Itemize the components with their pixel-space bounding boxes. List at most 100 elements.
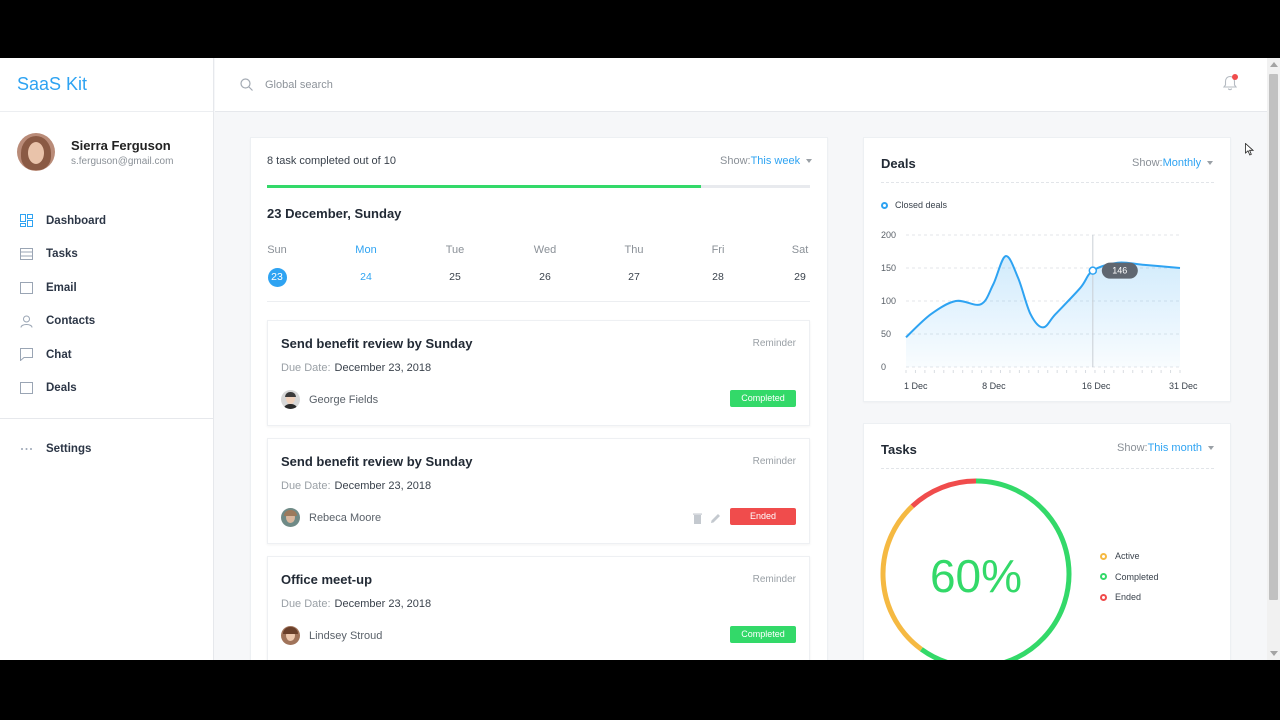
day-number: 27 — [628, 271, 640, 283]
day-name: Tue — [445, 244, 465, 256]
task-card[interactable]: Office meet-up Reminder Due Date: Decembe… — [267, 556, 810, 660]
task-summary: 8 task completed out of 10 — [267, 155, 397, 167]
legend-label: Active — [1115, 551, 1140, 562]
day-name: Fri — [711, 244, 725, 256]
more-icon — [19, 442, 33, 456]
sidebar-item-contacts[interactable]: Contacts — [0, 305, 213, 339]
user-profile[interactable]: Sierra Ferguson s.ferguson@gmail.com — [17, 133, 173, 171]
assignee-name: Rebeca Moore — [309, 511, 382, 524]
sidebar-item-label: Settings — [46, 442, 92, 455]
sidebar-item-tasks[interactable]: Tasks — [0, 238, 213, 272]
sidebar: SaaS Kit Sierra Ferguson s.ferguson@gmai… — [0, 58, 214, 660]
day-thu[interactable]: Thu 27 — [614, 244, 654, 287]
due-date: December 23, 2018 — [334, 480, 432, 492]
day-mon[interactable]: Mon 24 — [346, 244, 386, 287]
due-label: Due Date: — [281, 598, 331, 610]
donut-segment-ended — [910, 478, 977, 509]
day-name: Sat — [791, 244, 809, 256]
legend-marker — [1100, 573, 1107, 581]
task-due: Due Date: December 23, 2018 — [281, 362, 431, 374]
scrollbar-thumb[interactable] — [1269, 74, 1278, 600]
task-card[interactable]: Send benefit review by Sunday Reminder D… — [267, 320, 810, 426]
vertical-scrollbar[interactable] — [1267, 58, 1280, 660]
sidebar-item-dashboard[interactable]: Dashboard — [0, 204, 213, 238]
x-tick-label: 16 Dec — [1082, 381, 1111, 391]
due-date: December 23, 2018 — [334, 598, 432, 610]
donut-percent-label: 60% — [930, 550, 1022, 602]
day-number: 26 — [539, 271, 551, 283]
sidebar-divider — [0, 418, 213, 419]
assignee-name: George Fields — [309, 393, 379, 406]
area-fill — [906, 256, 1180, 367]
day-number: 29 — [794, 271, 806, 283]
edit-icon[interactable] — [710, 511, 721, 529]
scroll-down-icon[interactable] — [1270, 651, 1278, 656]
trash-icon[interactable] — [693, 511, 702, 529]
week-filter-dropdown[interactable]: Show:This week — [720, 155, 813, 167]
day-wed[interactable]: Wed 26 — [525, 244, 565, 287]
day-number: 23 — [267, 268, 287, 287]
y-tick-label: 100 — [881, 296, 896, 306]
day-fri[interactable]: Fri 28 — [698, 244, 738, 287]
day-tue[interactable]: Tue 25 — [435, 244, 475, 287]
day-sat[interactable]: Sat 29 — [780, 244, 820, 287]
brand-logo[interactable]: SaaS Kit — [0, 58, 213, 112]
scroll-up-icon[interactable] — [1270, 62, 1278, 67]
deals-card: Deals Show:Monthly Closed deals 200 150 10… — [863, 137, 1231, 402]
x-tick-label: 8 Dec — [982, 381, 1006, 391]
task-due: Due Date: December 23, 2018 — [281, 598, 431, 610]
status-badge: Completed — [730, 390, 796, 407]
avatar — [281, 390, 300, 409]
email-icon — [19, 281, 33, 295]
tasks-donut-chart: 60% — [880, 478, 1072, 660]
avatar — [281, 626, 300, 645]
sidebar-item-settings[interactable]: Settings — [0, 432, 213, 466]
sidebar-item-label: Dashboard — [46, 214, 107, 227]
sidebar-item-label: Tasks — [46, 248, 78, 261]
app-frame: SaaS Kit Sierra Ferguson s.ferguson@gmai… — [0, 58, 1280, 660]
dashboard-icon — [19, 214, 33, 228]
legend-marker — [1100, 552, 1107, 560]
sidebar-item-deals[interactable]: Deals — [0, 372, 213, 406]
data-point-highlight[interactable] — [1088, 266, 1098, 275]
due-label: Due Date: — [281, 480, 331, 492]
show-label: Show: — [720, 155, 751, 167]
sidebar-item-label: Chat — [46, 348, 72, 361]
status-badge: Ended — [730, 508, 796, 525]
search-icon — [240, 78, 253, 96]
legend-item-completed: Completed — [1100, 567, 1159, 588]
show-value: This week — [750, 155, 801, 167]
y-tick-label: 200 — [881, 230, 896, 240]
task-card[interactable]: Send benefit review by Sunday Reminder D… — [267, 438, 810, 544]
y-tick-label: 150 — [881, 263, 896, 273]
sidebar-item-label: Email — [46, 281, 77, 294]
task-assignee: Rebeca Moore — [281, 508, 381, 527]
donut-segment-active — [880, 504, 923, 652]
task-title: Send benefit review by Sunday — [281, 336, 473, 351]
x-tick-label: 31 Dec — [1169, 381, 1198, 391]
donut-legend: Active Completed Ended — [1100, 546, 1159, 608]
day-number: 24 — [360, 271, 372, 283]
sidebar-item-label: Deals — [46, 382, 77, 395]
chat-icon — [19, 348, 33, 362]
legend-label: Ended — [1115, 592, 1142, 603]
user-email: s.ferguson@gmail.com — [71, 155, 174, 167]
search-input[interactable] — [265, 75, 565, 95]
sidebar-item-chat[interactable]: Chat — [0, 338, 213, 372]
day-sun[interactable]: Sun 23 — [257, 244, 297, 287]
day-name: Thu — [624, 244, 644, 256]
legend-label: Completed — [1115, 571, 1159, 582]
avatar — [17, 133, 55, 171]
task-type: Reminder — [752, 574, 796, 585]
assignee-name: Lindsey Stroud — [309, 629, 383, 642]
progress-fill — [267, 185, 702, 188]
due-date: December 23, 2018 — [334, 362, 432, 374]
deals-icon — [19, 381, 33, 395]
avatar — [281, 508, 300, 527]
task-assignee: Lindsey Stroud — [281, 626, 382, 645]
chevron-down-icon — [806, 159, 813, 164]
task-due: Due Date: December 23, 2018 — [281, 480, 431, 492]
sidebar-item-email[interactable]: Email — [0, 271, 213, 305]
task-actions — [693, 511, 721, 529]
y-tick-label: 50 — [881, 329, 891, 339]
